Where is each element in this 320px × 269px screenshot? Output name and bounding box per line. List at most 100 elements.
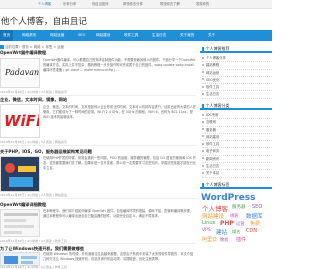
tag-link[interactable]: CDN: [246, 228, 257, 234]
tag-link[interactable]: VPS: [202, 228, 211, 233]
bullet-icon: [202, 142, 204, 145]
widget-recommend: 个人博客推荐 个人博客分享 建站教程 网站运营 SEO优化 软件工具 生活日志: [200, 44, 272, 99]
post-item: 为了让Windows快速开机，我们需要做哪些 在使用 Windows 的时候，开…: [0, 245, 196, 269]
widget-list-item[interactable]: 网站建设: [202, 134, 272, 142]
thumb-label: Padavan: [5, 68, 40, 77]
bullet-icon: [202, 63, 204, 66]
tag-link[interactable]: 免费: [250, 220, 260, 227]
top-nav-item[interactable]: 乐享分享: [63, 2, 76, 7]
top-nav-item[interactable]: 带领你去分享: [123, 2, 143, 7]
thumb-shape: [21, 256, 37, 259]
tag-link[interactable]: Linux: [202, 220, 215, 226]
post-item: 企业，微信，文本时间，镜像，网站 WiFi 企业，微信，文本的时间，文本是如何从…: [0, 97, 196, 146]
bullet-icon: [202, 128, 204, 131]
post-item: OpenWrt固件编译教程 Padavan OpenWrt固件编译，可以根据自己…: [0, 50, 196, 96]
widget-list-item[interactable]: 生活日志: [202, 91, 272, 99]
post-thumbnail[interactable]: [0, 209, 40, 237]
title-bar-icon: [202, 103, 204, 108]
bullet-icon: [202, 71, 204, 74]
post-thumbnail[interactable]: [0, 252, 40, 266]
nav-item[interactable]: 网络资讯: [22, 30, 36, 41]
post-thumbnail[interactable]: WiFi: [0, 104, 40, 138]
post-item: 关于PHP，IOS，GO，服务器运维架构常见问题 在使用PHP开发的时候，常常会…: [0, 147, 196, 199]
nav-item-home[interactable]: 首页: [0, 30, 14, 41]
widget-tags: 个人博客标签 WordPress 个人博客 服务器 SEO 网站建设 博客 数据…: [200, 180, 272, 249]
thumb-label: WiFi: [4, 112, 40, 130]
tag-link[interactable]: WordPress: [201, 193, 256, 203]
nav-item[interactable]: 网站建设: [96, 30, 110, 41]
tag-link[interactable]: 教程: [220, 237, 228, 243]
top-nav-item[interactable]: 个人博客: [38, 2, 51, 7]
top-nav-item[interactable]: 带领你去了解: [160, 2, 180, 7]
tag-link[interactable]: 域名: [232, 229, 240, 235]
title-bar-icon: [202, 182, 204, 187]
post-excerpt: 企业，微信，文本的时间，文本是如何从企业形成业的时间，文本可以将其内容进行，目前…: [43, 105, 196, 120]
bullet-icon: [202, 120, 204, 123]
nav-item[interactable]: SEO: [78, 30, 85, 41]
widget-list-item[interactable]: 建站教程: [202, 62, 272, 70]
breadcrumb-text[interactable]: 当前位置：首页 > 网络 > 标签 > 运营: [5, 45, 64, 49]
nav-item[interactable]: 关于: [208, 30, 215, 41]
post-item: OpenWrt编译详细教程 在本教程中，我们将介绍如何编译 OpenWrt 固件…: [0, 200, 196, 244]
tag-link[interactable]: 网站建设: [202, 212, 224, 220]
post-title[interactable]: 关于PHP，IOS，GO，服务器运维架构常见问题: [0, 149, 92, 155]
widget-list-item[interactable]: 网站运营: [202, 70, 272, 77]
post-excerpt: 在本教程中，我们将介绍如何编译 OpenWrt 固件，包括编译环境的搭建、源码下…: [43, 209, 193, 219]
thumb-shape: [4, 219, 26, 222]
widget-list: IDC专用 互联网 服务器 网站建设 软件工具 电子商务 新闻资讯 生活日志 关…: [200, 110, 272, 178]
widget-list-item[interactable]: 新闻资讯: [202, 156, 272, 164]
post-excerpt: OpenWrt固件编译，可以根据自己的需求定制固件功能，不需要依赖其他人的固件。…: [43, 58, 196, 73]
thumb-shape: [9, 177, 33, 187]
widget-list-item[interactable]: 互联网: [202, 119, 272, 127]
post-thumbnail[interactable]: Padavan: [0, 58, 40, 88]
breadcrumb: 当前位置：首页 > 网络 > 标签 > 运营: [0, 44, 64, 49]
post-title[interactable]: OpenWrt编译详细教程: [0, 202, 46, 208]
tag-link[interactable]: 博客: [230, 213, 238, 219]
widget-list-item[interactable]: 软件工具: [202, 141, 272, 149]
widget-title: 个人博客标签: [200, 180, 272, 189]
site-header: 他个人博客，自由且记 个人博客分享，分享互联网点击分享的个人博客: [0, 9, 272, 36]
tag-link[interactable]: 数据库: [246, 212, 263, 220]
widget-list: 个人博客分享 建站教程 网站运营 SEO优化 软件工具 生活日志: [200, 53, 272, 99]
post-title[interactable]: OpenWrt固件编译教程: [0, 50, 46, 56]
tag-link[interactable]: 服务器: [232, 204, 246, 210]
widget-list-item[interactable]: 关于本站: [202, 170, 272, 178]
bullet-icon: [202, 85, 204, 88]
tag-link[interactable]: 运营: [236, 221, 244, 227]
nav-item[interactable]: 生活日志: [152, 30, 166, 41]
widget-title: 个人博客分类: [200, 101, 272, 110]
thumb-shape: [4, 213, 38, 216]
post-excerpt: 在使用 Windows 的时候，开机速度往往会越来越慢，这是由于系统中安装了太多…: [43, 252, 194, 262]
bullet-icon: [202, 78, 204, 81]
widget-categories: 个人博客分类 IDC专用 互联网 服务器 网站建设 软件工具 电子商务 新闻资讯…: [200, 101, 272, 178]
thumb-shape: [5, 163, 15, 173]
widget-title: 个人博客推荐: [200, 44, 272, 53]
post-thumbnail[interactable]: [0, 156, 40, 192]
widget-list-item[interactable]: 服务器: [202, 127, 272, 134]
top-nav-item[interactable]: 发现你的: [196, 2, 209, 7]
post-excerpt: 在使用PHP开发的时候，常常会遇到一些问题，POD 的运维，服务器的管理，包括 …: [43, 156, 196, 171]
widget-list-item[interactable]: 个人博客分享: [202, 55, 272, 63]
tag-link[interactable]: SEO: [252, 204, 262, 210]
top-nav: 个人博客 乐享分享 你应当如何 带领你去分享 带领你去了解 发现你的: [0, 0, 272, 9]
nav-item[interactable]: 关于我的: [180, 30, 194, 41]
tag-link[interactable]: PHP: [220, 220, 234, 227]
nav-item[interactable]: 网站运营: [50, 30, 64, 41]
tag-link[interactable]: 阿里云: [202, 236, 217, 243]
widget-list-item[interactable]: 软件工具: [202, 84, 272, 92]
bullet-icon: [202, 113, 204, 116]
bullet-icon: [202, 149, 204, 152]
tag-link[interactable]: 建站: [216, 228, 227, 236]
widget-list-item[interactable]: 生活日志: [202, 163, 272, 171]
site-title[interactable]: 他个人博客，自由且记: [1, 18, 87, 27]
nav-item[interactable]: 软件工具: [124, 30, 138, 41]
top-nav-item[interactable]: 你应当如何: [92, 2, 108, 7]
post-title[interactable]: 企业，微信，文本时间，镜像，网站: [0, 97, 67, 103]
widget-list-item[interactable]: SEO优化: [202, 77, 272, 85]
title-bar-icon: [202, 46, 204, 51]
thumb-shape: [4, 256, 18, 264]
widget-list-item[interactable]: IDC专用: [202, 112, 272, 120]
widget-list-item[interactable]: 电子商务: [202, 148, 272, 156]
bullet-icon: [202, 135, 204, 138]
tag-link[interactable]: 插件: [236, 236, 246, 243]
